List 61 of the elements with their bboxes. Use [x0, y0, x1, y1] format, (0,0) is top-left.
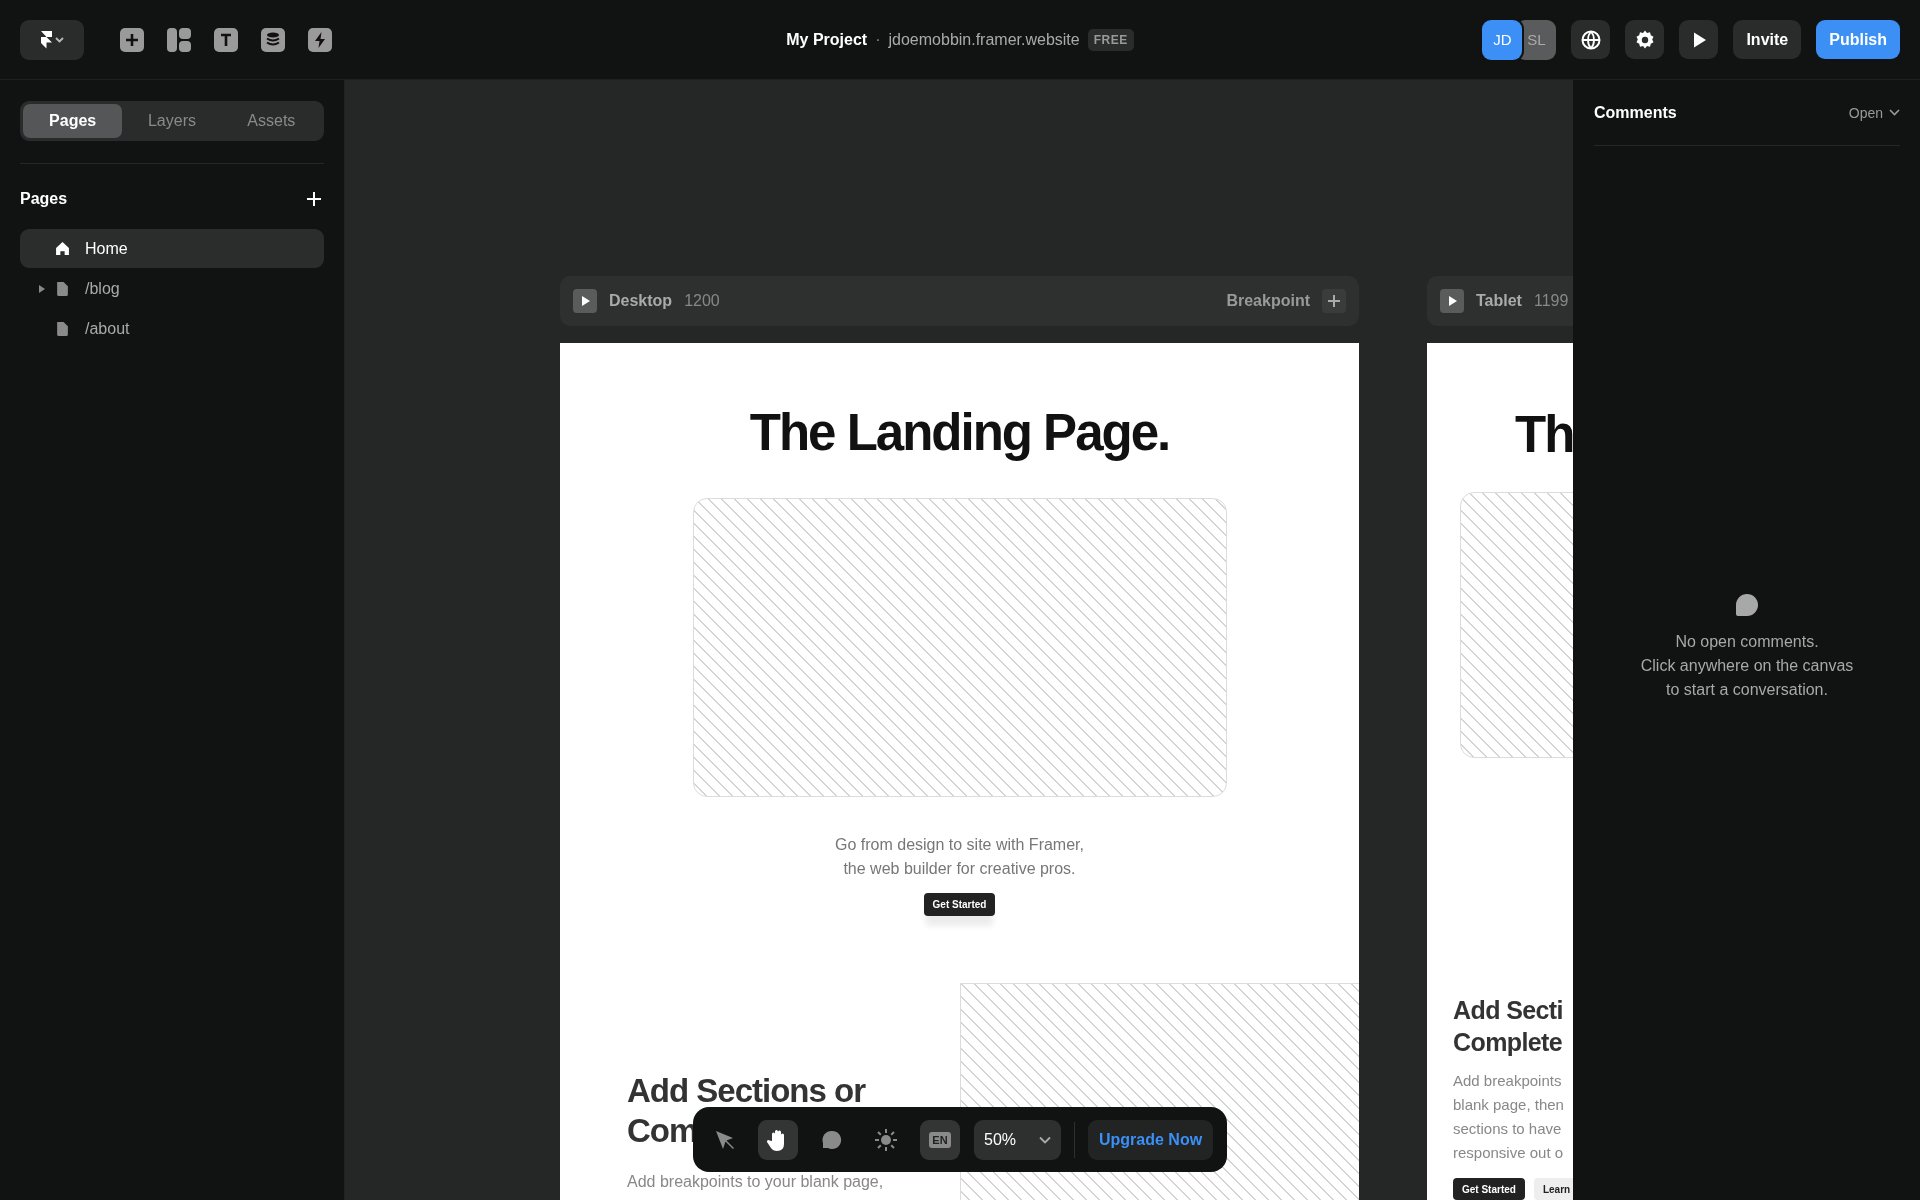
preview-icon[interactable]	[1440, 289, 1464, 313]
page-item[interactable]: /blog	[20, 269, 324, 308]
language-button[interactable]: EN	[920, 1119, 960, 1160]
tagline-text: Go from design to site with Framer, the web builder for creative pros.	[835, 835, 1084, 880]
section-heading: Add Secti	[1453, 995, 1564, 1026]
empty-message: No open comments. Click anywhere on the canvas to start a conversation.	[1640, 632, 1854, 700]
text-icon[interactable]	[214, 27, 238, 52]
invite-button[interactable]: Invite	[1733, 20, 1802, 59]
breakpoint-label[interactable]: Breakpoint	[1226, 292, 1310, 310]
filter-dropdown[interactable]: Open	[1848, 104, 1900, 121]
separator-dot: ·	[875, 30, 881, 49]
logo-menu-button[interactable]	[20, 19, 84, 60]
database-icon[interactable]	[261, 27, 285, 52]
page-name: Home	[85, 239, 128, 258]
chevron-down-icon	[1889, 109, 1900, 116]
logo-icon	[38, 29, 66, 50]
preview-icon[interactable]	[573, 289, 597, 313]
sidebar-tab[interactable]: Pages	[23, 104, 123, 138]
page-heading: The Landing Page.	[749, 403, 1170, 463]
file-icon	[55, 321, 70, 336]
breakpoint-name: Desktop	[609, 292, 673, 310]
sidebar-tab[interactable]: Assets	[221, 104, 321, 138]
add-page-icon[interactable]	[307, 192, 321, 206]
settings-button[interactable]	[1625, 20, 1665, 59]
get-started-button[interactable]: Get Started	[1453, 1178, 1525, 1200]
plan-badge: FREE	[1087, 28, 1134, 51]
breakpoint-name: Tablet	[1476, 292, 1522, 310]
lightning-icon[interactable]	[308, 27, 332, 52]
get-started-button[interactable]: Get Started	[923, 893, 996, 917]
breakpoint-width: 1200	[684, 292, 720, 310]
home-icon	[55, 241, 70, 256]
section-title: Pages	[20, 190, 68, 208]
page-heading: Th	[1515, 405, 1573, 465]
page-item[interactable]: Home	[20, 229, 324, 268]
add-breakpoint-icon[interactable]	[1322, 289, 1346, 313]
section-heading: Add Sections or	[627, 1071, 866, 1112]
globe-icon	[1579, 28, 1602, 51]
breakpoint-width: 1199	[1533, 292, 1569, 310]
learn-more-button[interactable]: Learn	[1533, 1178, 1573, 1200]
sun-icon	[873, 1126, 899, 1153]
page-name: /blog	[85, 279, 120, 298]
section-text: Add breakpoints blank page, then sections to have responsive out o	[1453, 1071, 1565, 1163]
section-heading: Complete	[1453, 1027, 1564, 1058]
zoom-dropdown[interactable]: 50%	[974, 1119, 1061, 1160]
file-icon	[55, 281, 70, 296]
upgrade-button[interactable]: Upgrade Now	[1088, 1119, 1214, 1160]
page-name: /about	[85, 319, 130, 338]
layout-icon[interactable]	[167, 27, 191, 52]
caret-icon[interactable]	[39, 284, 45, 293]
page-item[interactable]: /about	[20, 309, 324, 348]
hand-tool-button[interactable]	[758, 1119, 798, 1160]
globe-button[interactable]	[1571, 20, 1611, 59]
panel-title: Comments	[1594, 103, 1677, 122]
section-text: Add breakpoints to your blank page,	[627, 1173, 884, 1192]
sidebar-tab[interactable]: Layers	[122, 104, 222, 138]
chevron-down-icon	[1039, 1135, 1051, 1144]
comment-icon	[1736, 594, 1758, 616]
preview-button[interactable]	[1679, 20, 1719, 59]
insert-icon[interactable]	[120, 27, 144, 52]
site-domain[interactable]: jdoemobbin.framer.website	[888, 30, 1080, 49]
project-name: My Project	[786, 30, 868, 49]
